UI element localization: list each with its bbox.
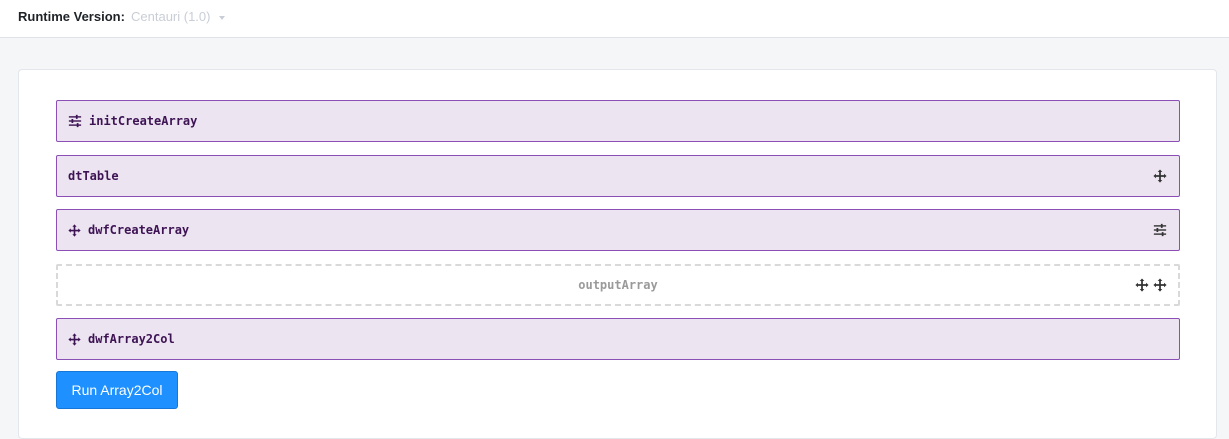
runtime-version-select[interactable]: Centauri (1.0): [131, 9, 226, 24]
move-icon[interactable]: [68, 333, 81, 346]
block-dwf-array2col[interactable]: dwfArray2Col: [56, 318, 1180, 360]
block-label: dwfArray2Col: [88, 332, 175, 346]
block-label: outputArray: [578, 278, 658, 292]
block-actions: [1153, 223, 1167, 237]
runtime-version-value: Centauri (1.0): [131, 9, 211, 24]
block-init-create-array[interactable]: initCreateArray: [56, 100, 1180, 142]
sliders-icon[interactable]: [68, 114, 82, 128]
move-icon[interactable]: [1153, 278, 1167, 292]
block-label: dwfCreateArray: [88, 223, 190, 237]
block-actions: [1135, 278, 1167, 292]
sliders-icon[interactable]: [1153, 223, 1167, 237]
move-icon[interactable]: [1135, 278, 1149, 292]
runtime-version-label: Runtime Version:: [18, 9, 125, 24]
move-icon[interactable]: [1153, 169, 1167, 183]
block-label: dtTable: [68, 169, 119, 183]
block-dt-table[interactable]: dtTable: [56, 155, 1180, 197]
block-label: initCreateArray: [89, 114, 198, 128]
run-array2col-button[interactable]: Run Array2Col: [56, 371, 178, 409]
caret-down-icon: [219, 15, 226, 20]
block-output-array-placeholder[interactable]: outputArray: [56, 264, 1180, 306]
top-bar: Runtime Version: Centauri (1.0): [0, 0, 1229, 38]
block-dwf-create-array[interactable]: dwfCreateArray: [56, 209, 1180, 251]
block-actions: [1153, 169, 1167, 183]
move-icon[interactable]: [68, 224, 81, 237]
